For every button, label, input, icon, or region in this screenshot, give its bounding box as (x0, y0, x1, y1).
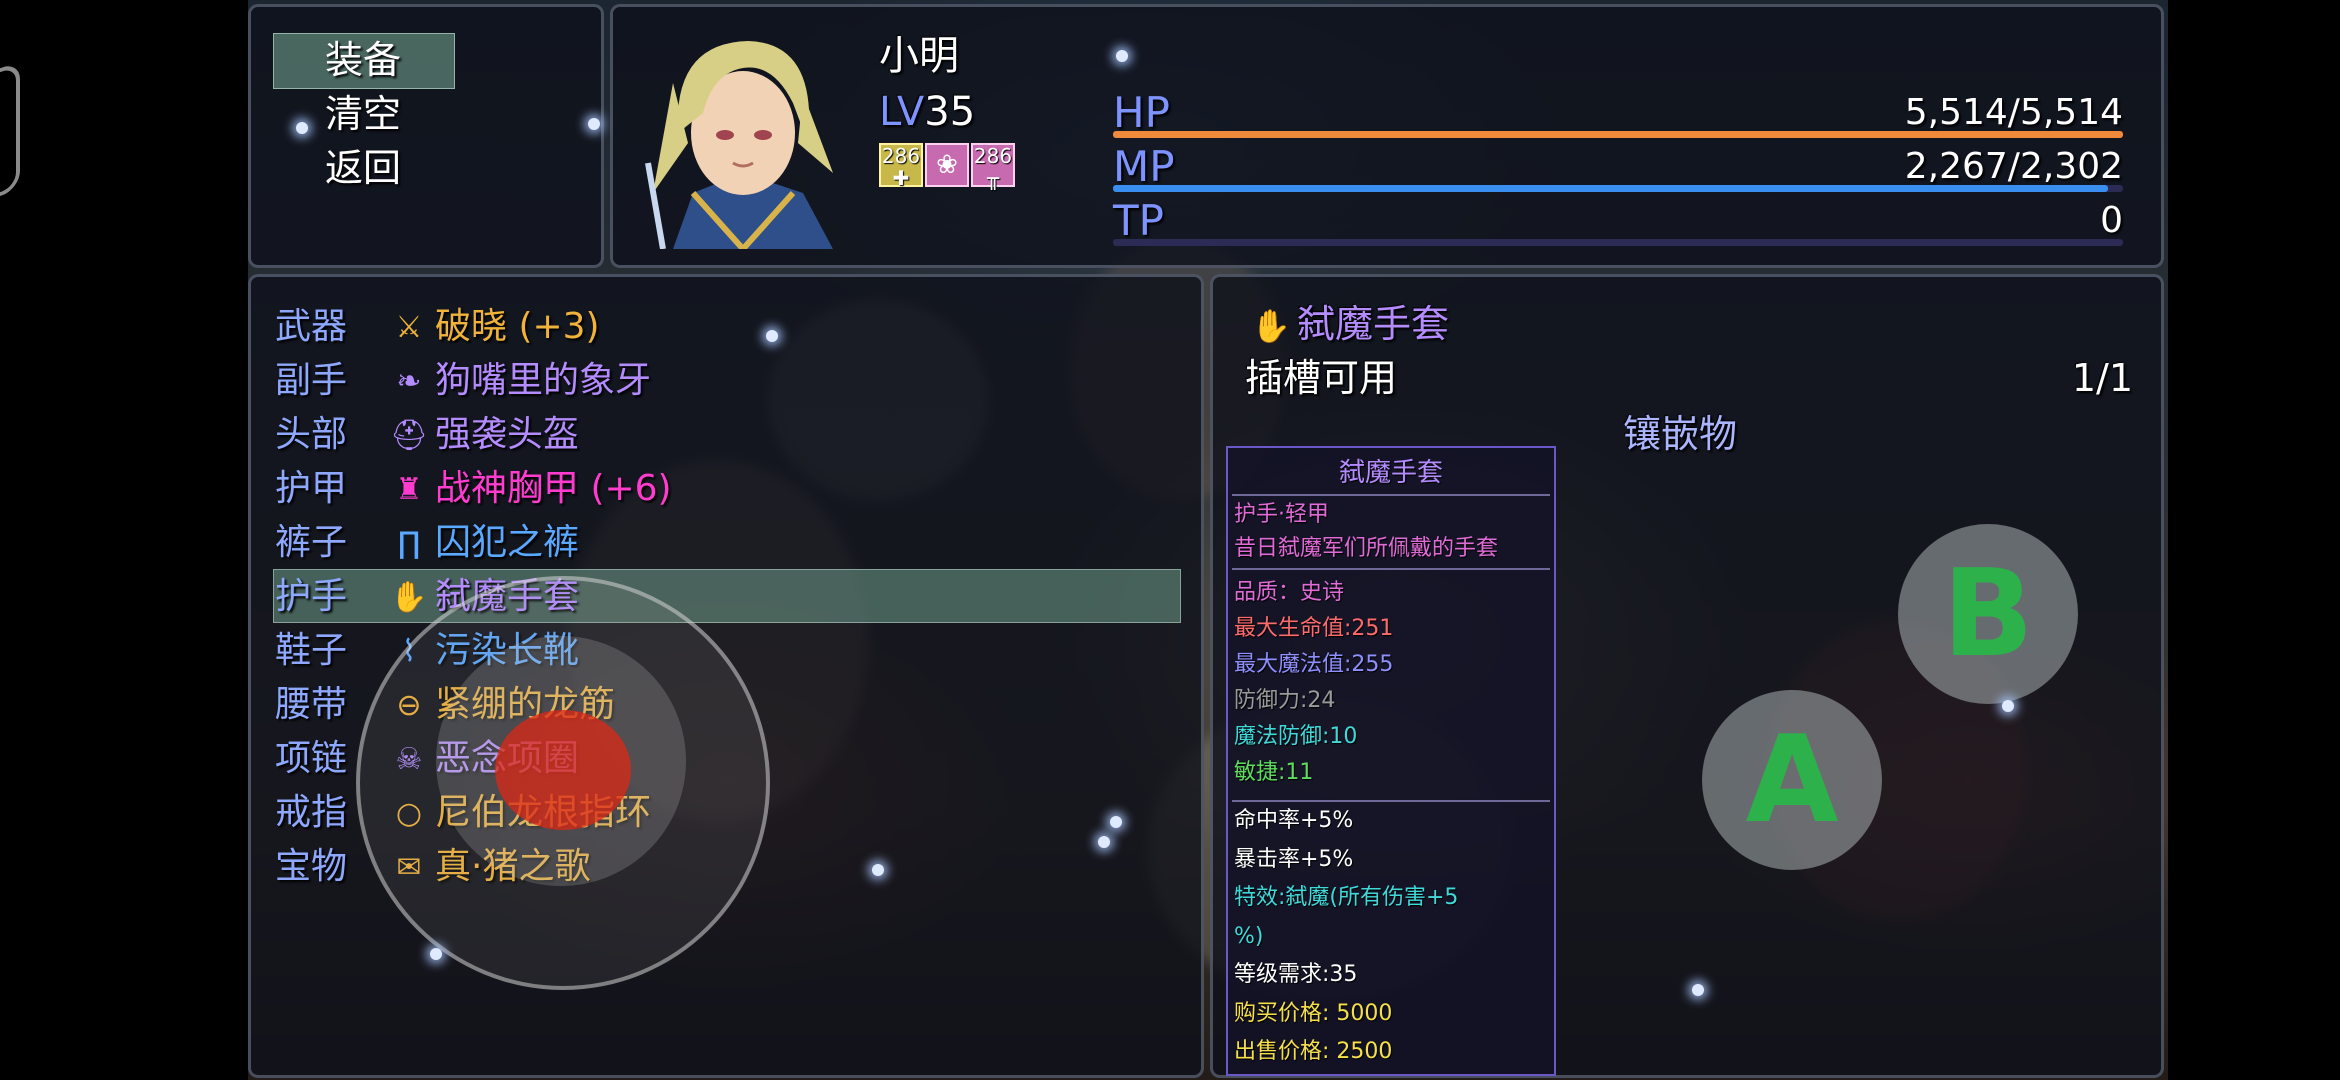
tooltip-line: 购买价格: 5000 (1234, 1000, 1393, 1026)
virtual-joystick-knob[interactable] (495, 710, 631, 830)
tooltip-line: 敏捷:11 (1234, 760, 1314, 785)
virtual-a-button[interactable]: A (1702, 690, 1882, 870)
equip-item-name[interactable]: 强袭头盔 (435, 413, 579, 457)
tooltip-title: 弑魔手套 (1338, 458, 1443, 488)
status-window: 小明 LV35 286 ✚ ❀ 286 ╥ HP 5,514/5,514 MP 2,… (610, 4, 2164, 268)
tooltip-line: 魔法防御:10 (1234, 724, 1358, 749)
equip-item-name[interactable]: 狗嘴里的象牙 (435, 359, 651, 403)
equip-slot-label: 裤子 (275, 522, 348, 563)
equip-slot-label: 宝物 (275, 846, 348, 887)
sword-icon: ⚔ (395, 309, 423, 345)
mp-bar-fill (1113, 185, 2108, 192)
sparkle-particle (430, 948, 442, 960)
glove-icon: ✋ (1251, 307, 1291, 345)
equip-item-name[interactable]: 破晓 (+3) (435, 305, 600, 349)
command-back[interactable]: 返回 (273, 143, 453, 193)
tooltip-line: 命中率+5% (1234, 808, 1354, 833)
equip-slot-label: 腰带 (275, 684, 348, 725)
armor-icon: ♜ (395, 471, 423, 507)
actor-name: 小明 (879, 33, 959, 79)
tooltip-line: 最大生命值:251 (1234, 616, 1394, 641)
spirit-buff-icon: ❀ (925, 143, 969, 187)
sparkle-particle (296, 122, 308, 134)
weapon-buff-icon: 286 ╥ (971, 143, 1015, 189)
tooltip-line: %) (1234, 923, 1264, 949)
equip-slot-label: 护手 (275, 576, 348, 617)
level-value: 35 (924, 89, 976, 135)
sparkle-particle (1116, 50, 1128, 62)
command-equip[interactable]: 装备 (273, 35, 453, 85)
system-edge-handle (0, 60, 20, 208)
pants-icon: ∏ (397, 525, 421, 561)
state-turns: 286 (973, 144, 1013, 168)
helmet-icon: ⛑ (389, 417, 429, 453)
tooltip-line: 最大魔法值:255 (1234, 652, 1394, 677)
equip-slot-label: 项链 (275, 738, 348, 779)
equip-slot-label: 戒指 (275, 792, 348, 833)
detail-item-name: 弑魔手套 (1297, 302, 1450, 346)
tooltip-line: 暴击率+5% (1234, 846, 1354, 872)
tooltip-line: 等级需求:35 (1234, 962, 1358, 987)
equip-slot-label: 副手 (275, 360, 348, 401)
mp-value: 2,267/2,302 (1904, 146, 2123, 187)
tooltip-divider (1232, 494, 1550, 496)
equip-slot-label: 鞋子 (275, 630, 348, 671)
equip-slot-label: 武器 (275, 306, 348, 347)
shield-buff-icon: 286 ✚ (879, 143, 923, 189)
sparkle-particle (1110, 816, 1122, 828)
sparkle-particle (872, 864, 884, 876)
state-turns: 286 (881, 144, 921, 168)
tooltip-divider (1232, 568, 1550, 570)
hp-value: 5,514/5,514 (1904, 92, 2123, 133)
tooltip-line: 护手·轻甲 (1234, 502, 1329, 527)
glove-icon: ✋ (390, 579, 428, 615)
tp-bar-track (1113, 239, 2123, 246)
command-window: 装备 清空 返回 (248, 4, 604, 268)
level-prefix: LV (879, 89, 925, 135)
sparkle-particle (1098, 836, 1110, 848)
tooltip-line: 出售价格: 2500 (1234, 1039, 1393, 1064)
actor-level: LV35 (879, 89, 975, 135)
sparkle-particle (2002, 700, 2014, 712)
sparkle-particle (1692, 984, 1704, 996)
socket-count: 1/1 (2071, 356, 2133, 400)
sparkle-particle (766, 330, 778, 342)
equip-item-name[interactable]: 战神胸甲 (+6) (435, 467, 672, 511)
tooltip-line: 品质：史诗 (1234, 580, 1345, 605)
mp-label: MP (1113, 142, 1175, 191)
equip-item-name[interactable]: 囚犯之裤 (435, 521, 579, 565)
equip-slot-label: 护甲 (275, 468, 348, 509)
tp-value: 0 (2100, 200, 2123, 241)
hp-bar-track (1113, 131, 2123, 138)
mp-bar-track (1113, 185, 2123, 192)
equip-slot-label: 头部 (275, 414, 348, 455)
sparkle-particle (588, 118, 600, 130)
tooltip-line: 特效:弑魔(所有伤害+5 (1234, 885, 1459, 910)
tooltip-line: 防御力:24 (1234, 688, 1336, 713)
state-icons: 286 ✚ ❀ 286 ╥ (879, 143, 1015, 189)
tusk-icon: ❧ (396, 363, 422, 399)
hp-bar-fill (1113, 131, 2123, 138)
socket-header: 镶嵌物 (1623, 412, 1738, 456)
tp-label: TP (1113, 196, 1164, 245)
virtual-b-button[interactable]: B (1898, 524, 2078, 704)
socket-label: 插槽可用 (1245, 356, 1398, 400)
item-tooltip: 弑魔手套 护手·轻甲昔日弑魔军们所佩戴的手套 品质：史诗最大生命值:251 最大魔… (1226, 446, 1556, 1076)
actor-portrait (645, 41, 833, 249)
tooltip-divider (1232, 800, 1550, 802)
hp-label: HP (1113, 88, 1170, 137)
tooltip-line: 昔日弑魔军们所佩戴的手套 (1234, 536, 1499, 561)
